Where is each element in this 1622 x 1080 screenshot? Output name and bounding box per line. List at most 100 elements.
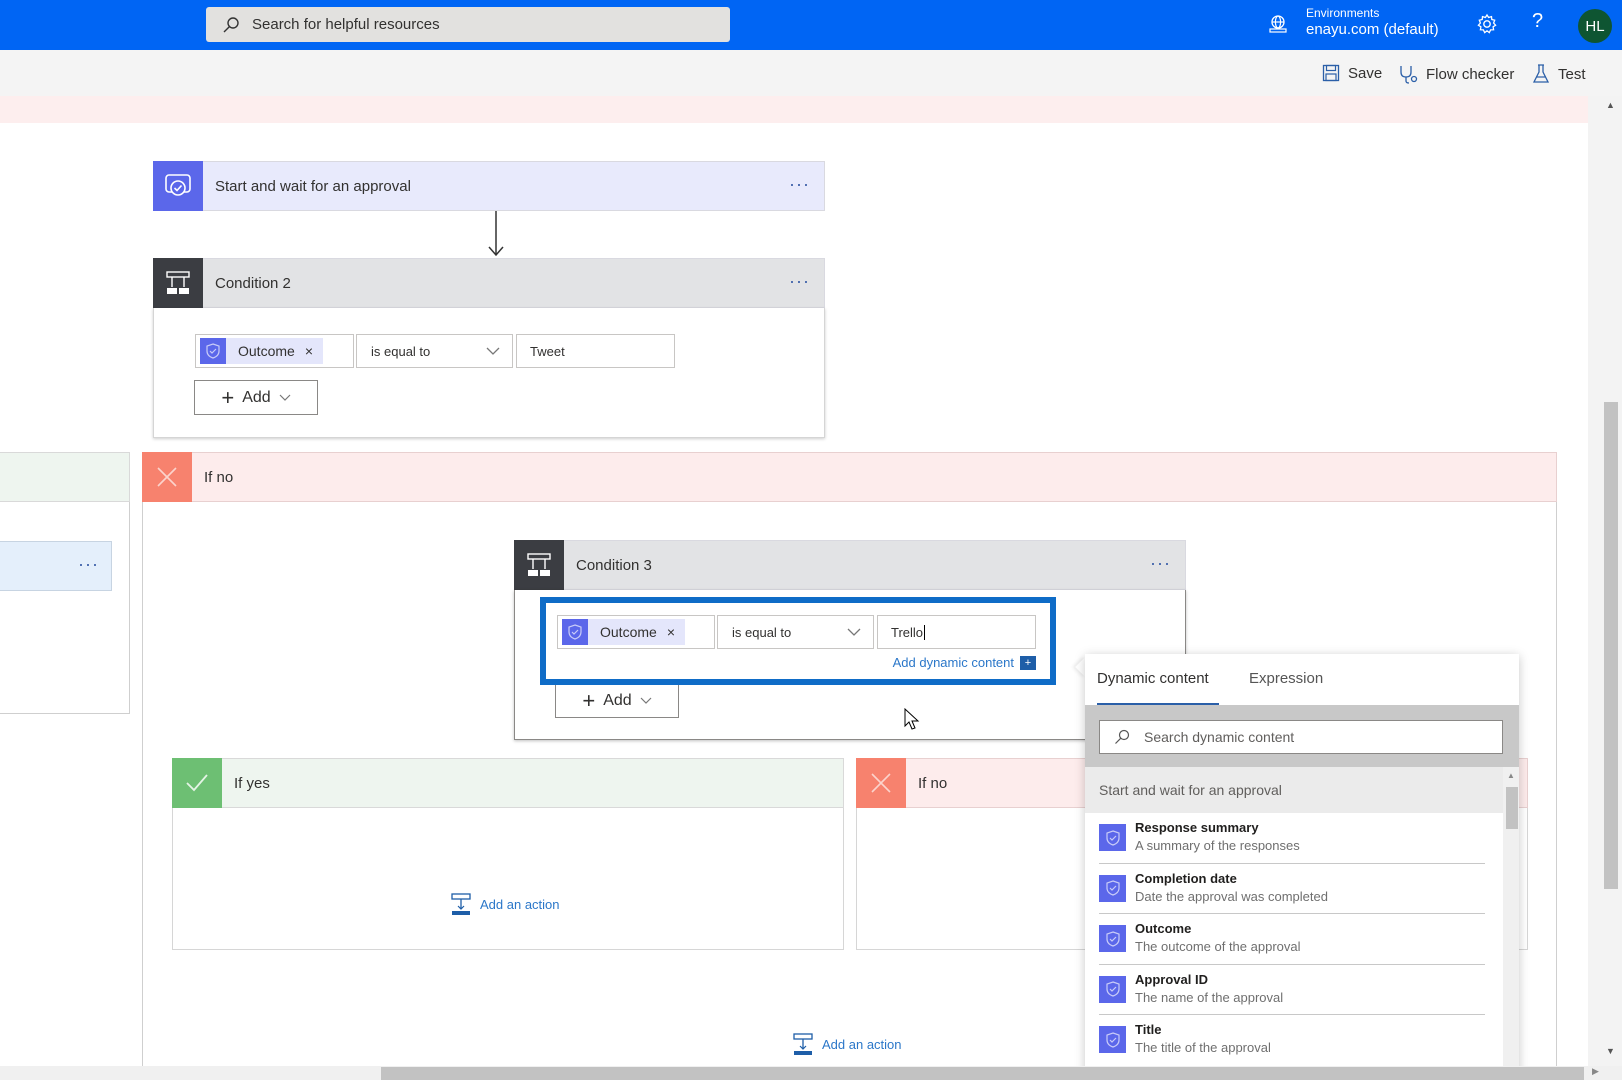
horizontal-scrollbar[interactable]: ▶ bbox=[0, 1066, 1622, 1080]
add-label: Add bbox=[242, 388, 271, 406]
dynamic-item-response-summary[interactable]: Response summary A summary of the respon… bbox=[1099, 813, 1485, 864]
tab-dynamic-content[interactable]: Dynamic content bbox=[1097, 670, 1209, 687]
dynamic-content-search-input[interactable]: Search dynamic content bbox=[1099, 720, 1503, 754]
dynamic-item-title[interactable]: Title The title of the approval bbox=[1099, 1015, 1485, 1066]
dynamic-item-outcome[interactable]: Outcome The outcome of the approval bbox=[1099, 914, 1485, 965]
approval-step-card[interactable]: Start and wait for an approval ··· bbox=[153, 160, 825, 211]
user-avatar[interactable]: HL bbox=[1578, 9, 1612, 43]
dynamic-item-description: The name of the approval bbox=[1135, 989, 1284, 1005]
scrollbar-thumb[interactable] bbox=[381, 1067, 1584, 1080]
condition-2-add-button[interactable]: + Add bbox=[194, 380, 318, 415]
outcome-token[interactable]: Outcome × bbox=[562, 619, 685, 645]
test-label: Test bbox=[1558, 65, 1586, 83]
approval-icon bbox=[153, 160, 203, 211]
if-yes-body: Add an action bbox=[172, 808, 844, 950]
plus-icon: + bbox=[221, 384, 235, 410]
approval-step-title: Start and wait for an approval bbox=[215, 177, 411, 195]
dynamic-item-approval-id[interactable]: Approval ID The name of the approval bbox=[1099, 965, 1485, 1015]
add-dynamic-content-link[interactable]: Add dynamic content + bbox=[893, 655, 1036, 670]
more-options-icon[interactable]: ··· bbox=[1150, 553, 1171, 574]
condition-2-operator-select[interactable]: is equal to bbox=[356, 334, 513, 368]
environment-value: enayu.com (default) bbox=[1306, 21, 1439, 38]
save-icon bbox=[1322, 64, 1340, 82]
chevron-down-icon bbox=[279, 394, 291, 401]
dynamic-content-panel: Dynamic content Expression Search dynami… bbox=[1085, 654, 1519, 1080]
bottom-add-action-button[interactable]: Add an action bbox=[792, 1032, 902, 1056]
approval-icon bbox=[562, 619, 588, 645]
approval-icon bbox=[1099, 1026, 1126, 1053]
scrollbar-thumb[interactable] bbox=[1604, 402, 1618, 889]
scroll-up-arrow-icon[interactable]: ▲ bbox=[1507, 771, 1515, 780]
save-label: Save bbox=[1348, 64, 1383, 82]
condition-3-add-button[interactable]: + Add bbox=[555, 683, 679, 718]
chevron-down-icon bbox=[640, 697, 652, 704]
left-branch-action-card[interactable]: ··· bbox=[0, 541, 112, 591]
dynamic-item-name: Completion date bbox=[1135, 870, 1237, 886]
vertical-scrollbar[interactable]: ▲ ▼ bbox=[1588, 96, 1622, 1066]
save-button[interactable]: Save bbox=[1322, 64, 1382, 82]
operator-value: is equal to bbox=[371, 343, 431, 359]
settings-gear-icon[interactable] bbox=[1476, 13, 1498, 35]
if-yes-header[interactable]: If yes bbox=[172, 758, 844, 808]
dynamic-item-name: Response summary bbox=[1135, 820, 1259, 835]
scrollbar-thumb[interactable] bbox=[1506, 787, 1518, 829]
dynamic-item-name: Title bbox=[1135, 1022, 1162, 1037]
more-options-icon[interactable]: ··· bbox=[78, 554, 99, 575]
condition-2-left-operand[interactable]: Outcome × bbox=[195, 334, 354, 368]
mouse-cursor-icon bbox=[904, 708, 920, 730]
more-options-icon[interactable]: ··· bbox=[789, 271, 810, 292]
condition-3-row-focus: Outcome × is equal to Trello Add dynamic… bbox=[540, 597, 1056, 685]
remove-token-icon[interactable]: × bbox=[667, 624, 675, 640]
condition-icon bbox=[153, 257, 203, 308]
environment-icon bbox=[1269, 15, 1287, 33]
remove-token-icon[interactable]: × bbox=[305, 343, 313, 359]
stethoscope-icon bbox=[1400, 66, 1418, 84]
condition-3-card[interactable]: Condition 3 ··· bbox=[514, 539, 1186, 590]
environment-selector[interactable]: Environments enayu.com (default) bbox=[1306, 6, 1439, 40]
dynamic-group-header: Start and wait for an approval bbox=[1085, 767, 1503, 813]
add-action-icon bbox=[451, 893, 471, 915]
condition-3-value-input[interactable]: Trello bbox=[877, 615, 1036, 649]
outer-if-no-header[interactable]: If no bbox=[142, 452, 1557, 502]
dynamic-item-name: Approval ID bbox=[1135, 971, 1208, 987]
help-icon[interactable]: ? bbox=[1532, 10, 1543, 33]
condition-2-value-input[interactable]: Tweet bbox=[516, 334, 675, 368]
flow-checker-button[interactable]: Flow checker bbox=[1398, 64, 1514, 84]
condition-icon bbox=[514, 539, 564, 590]
if-no-label: If no bbox=[918, 774, 948, 792]
close-x-icon bbox=[142, 452, 192, 502]
outer-if-no-label: If no bbox=[204, 468, 234, 486]
left-branch-body bbox=[0, 502, 130, 714]
dynamic-search-placeholder: Search dynamic content bbox=[1144, 729, 1295, 745]
command-bar: Save Flow checker Test bbox=[0, 50, 1622, 96]
condition-2-card[interactable]: Condition 2 ··· bbox=[153, 257, 825, 308]
scroll-up-arrow-icon[interactable]: ▲ bbox=[1606, 100, 1615, 110]
resource-search-input[interactable]: Search for helpful resources bbox=[206, 7, 730, 42]
approval-icon bbox=[200, 338, 226, 364]
outcome-token[interactable]: Outcome × bbox=[200, 338, 323, 364]
search-placeholder: Search for helpful resources bbox=[252, 16, 440, 33]
dynamic-list-scrollbar[interactable]: ▲ bbox=[1503, 767, 1519, 1080]
parent-branch-strip bbox=[0, 96, 1588, 123]
condition-3-left-operand[interactable]: Outcome × bbox=[557, 615, 715, 649]
condition-3-operator-select[interactable]: is equal to bbox=[717, 615, 874, 649]
chevron-down-icon bbox=[847, 628, 861, 636]
dynamic-item-completion-date[interactable]: Completion date Date the approval was co… bbox=[1099, 864, 1485, 914]
token-label: Outcome bbox=[238, 343, 295, 359]
search-icon bbox=[223, 16, 239, 32]
close-x-icon bbox=[856, 758, 906, 808]
plus-icon: + bbox=[582, 687, 596, 713]
more-options-icon[interactable]: ··· bbox=[789, 174, 810, 195]
condition-2-body: Outcome × is equal to Tweet + Add bbox=[153, 308, 825, 438]
scroll-right-arrow-icon[interactable]: ▶ bbox=[1592, 1066, 1599, 1077]
scroll-down-arrow-icon[interactable]: ▼ bbox=[1606, 1046, 1615, 1056]
token-label: Outcome bbox=[600, 624, 657, 640]
left-branch-header bbox=[0, 452, 130, 502]
tab-expression[interactable]: Expression bbox=[1249, 670, 1323, 687]
test-button[interactable]: Test bbox=[1532, 64, 1586, 84]
add-action-label: Add an action bbox=[822, 1036, 902, 1052]
checkmark-icon bbox=[172, 758, 222, 808]
if-yes-add-action-button[interactable]: Add an action bbox=[450, 892, 560, 916]
chevron-down-icon bbox=[486, 347, 500, 355]
condition-2-title: Condition 2 bbox=[215, 274, 291, 292]
